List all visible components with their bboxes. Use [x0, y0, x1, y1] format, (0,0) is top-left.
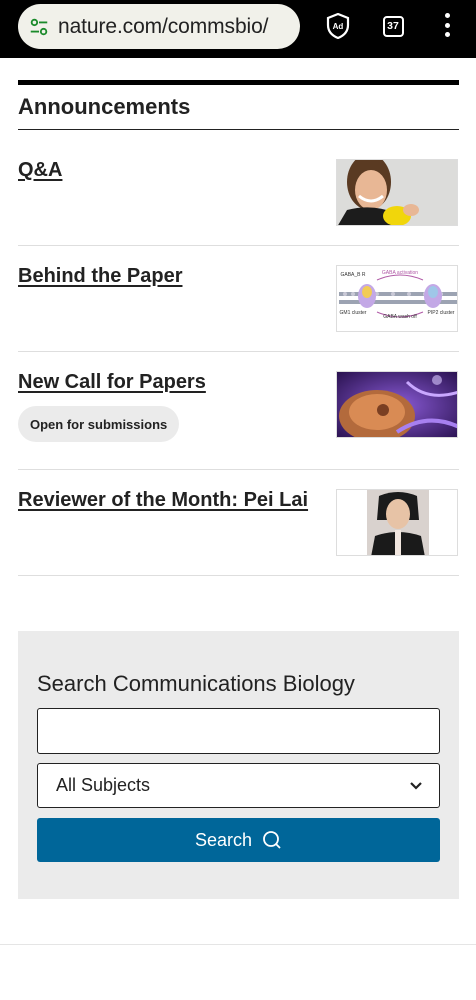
adblock-label: Ad — [333, 22, 344, 31]
announcement-item: New Call for Papers Open for submissions — [18, 371, 459, 471]
search-panel: Search Communications Biology All Subjec… — [18, 631, 459, 899]
search-icon — [263, 831, 281, 849]
subject-select[interactable]: All Subjects — [37, 763, 440, 808]
diagram-label: GABA activation — [382, 270, 418, 276]
footer-divider — [0, 944, 476, 945]
announcements-heading: Announcements — [18, 94, 191, 119]
diagram-label: PIP2 cluster — [428, 310, 455, 316]
section-top-rule — [18, 80, 459, 85]
search-button-label: Search — [194, 829, 253, 850]
overflow-menu-icon[interactable] — [440, 13, 454, 37]
item-divider — [18, 351, 459, 352]
announcement-image-cell[interactable] — [336, 371, 458, 438]
diagram-label: GABA_B R — [340, 272, 365, 278]
announcement-link-call-for-papers[interactable]: New Call for Papers — [18, 371, 206, 394]
section-rule — [18, 129, 459, 130]
item-divider — [18, 575, 459, 576]
url-text[interactable]: nature.com/commsbio/ — [58, 15, 269, 39]
announcement-image-diagram[interactable]: GABA activation GABA wash off GM1 cluste… — [336, 265, 458, 332]
site-settings-icon[interactable] — [28, 16, 50, 38]
item-divider — [18, 245, 459, 246]
tab-switcher-button[interactable]: 37 — [381, 13, 405, 39]
diagram-label: GM1 cluster — [340, 310, 367, 316]
browser-toolbar: nature.com/commsbio/ Ad 37 — [0, 0, 476, 58]
announcement-link-qa[interactable]: Q&A — [18, 159, 62, 182]
announcement-image-reviewer[interactable] — [336, 489, 458, 556]
adblock-shield-icon[interactable]: Ad — [326, 13, 350, 39]
address-bar[interactable]: nature.com/commsbio/ — [18, 4, 300, 49]
announcement-link-behind-the-paper[interactable]: Behind the Paper — [18, 265, 182, 288]
status-badge: Open for submissions — [18, 406, 180, 442]
announcement-item: Q&A — [18, 159, 459, 249]
announcement-link-reviewer-of-month[interactable]: Reviewer of the Month: Pei Lai — [18, 489, 308, 512]
announcement-item: Reviewer of the Month: Pei Lai — [18, 489, 459, 579]
subject-selected-value: All Subjects — [56, 775, 151, 795]
search-input[interactable] — [37, 708, 440, 754]
search-button[interactable]: Search — [37, 818, 440, 862]
announcement-image-qa[interactable] — [336, 159, 458, 226]
announcement-item: Behind the Paper GABA activation GABA wa… — [18, 265, 459, 355]
chevron-down-icon — [410, 782, 422, 790]
search-heading: Search Communications Biology — [37, 671, 355, 696]
tab-count: 37 — [387, 20, 399, 32]
item-divider — [18, 469, 459, 470]
diagram-label: GABA wash off — [383, 314, 417, 320]
